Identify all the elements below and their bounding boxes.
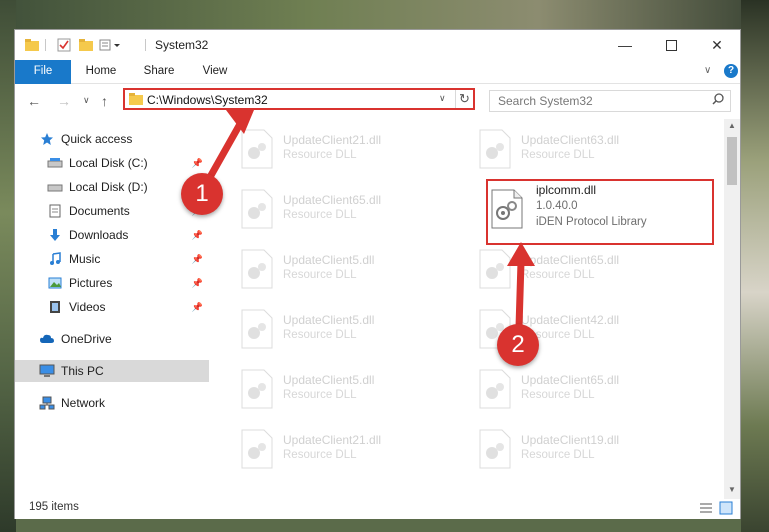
arrow-2 [515, 258, 525, 331]
annotation-layer [201, 110, 535, 331]
step-badge-2: 2 [497, 324, 539, 366]
step-badge-1: 1 [181, 173, 223, 215]
arrow-2-head [507, 242, 535, 266]
